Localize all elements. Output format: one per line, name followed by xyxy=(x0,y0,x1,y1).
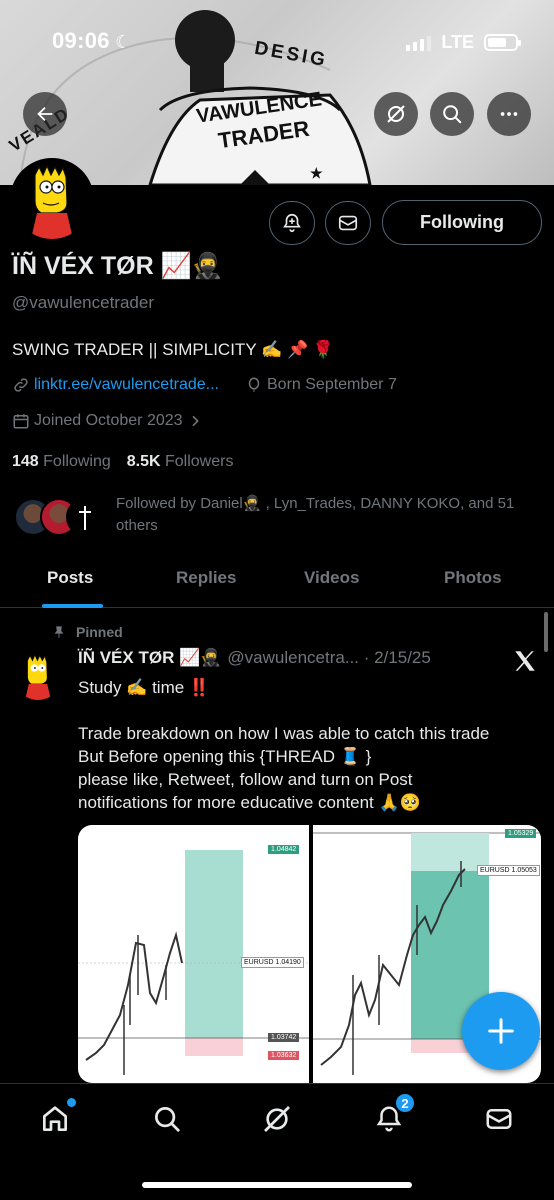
chart1-low1-label: 1.03742 xyxy=(268,1033,300,1042)
post-text: Study ✍️ time ‼️ Trade breakdown on how … xyxy=(78,676,548,814)
following-button-label: Following xyxy=(420,212,504,232)
chart-drawing-1 xyxy=(78,850,309,1075)
status-indicators: LTE xyxy=(406,32,521,53)
chevron-right-icon xyxy=(191,415,199,427)
grok-button[interactable] xyxy=(374,92,418,136)
profile-tabs: Posts Replies Videos Photos xyxy=(0,556,554,608)
chart1-mid-label: EURUSD 1.04190 xyxy=(241,957,304,968)
profile-handle: @vawulencetrader xyxy=(12,293,154,312)
nav-grok[interactable] xyxy=(260,1102,294,1136)
tab-posts[interactable]: Posts xyxy=(47,568,93,588)
chart2-top-label: 1.05329 xyxy=(505,829,537,838)
nav-messages[interactable] xyxy=(482,1102,516,1136)
avatar-image xyxy=(13,161,91,239)
network-label: LTE xyxy=(441,32,474,52)
chart1-low2-label: 1.03632 xyxy=(268,1051,300,1060)
profile-avatar[interactable] xyxy=(10,158,94,242)
profile-born: Born September 7 xyxy=(267,376,397,393)
back-button[interactable] xyxy=(23,92,67,136)
post-handle-date[interactable]: @vawulencetra... · 2/15/25 xyxy=(227,648,430,668)
chart1-top-label: 1.04842 xyxy=(268,845,300,854)
following-stat[interactable]: 148 Following xyxy=(12,453,111,471)
post-header: ÏÑ VÉX TØR 📈🥷 @vawulencetra... · 2/15/25 xyxy=(78,648,431,668)
followers-stat[interactable]: 8.5K Followers xyxy=(127,453,234,471)
post-line: Trade breakdown on how I was able to cat… xyxy=(78,724,490,743)
calendar-icon xyxy=(13,414,29,429)
post-line: notifications for more educative content… xyxy=(78,793,421,812)
profile-name: ÏÑ VÉX TØR 📈🥷 xyxy=(12,252,223,280)
more-icon xyxy=(500,112,518,116)
nav-notifications[interactable]: 2 xyxy=(372,1092,416,1136)
post-line: please like, Retweet, follow and turn on… xyxy=(78,770,413,789)
home-indicator xyxy=(142,1182,412,1188)
grok-icon xyxy=(264,1106,290,1132)
profile-stats: 148 Following 8.5K Followers xyxy=(12,453,233,471)
home-unread-dot xyxy=(67,1098,76,1107)
avatar-image xyxy=(14,652,62,700)
post-line: Study ✍️ time ‼️ xyxy=(78,678,211,697)
more-button[interactable] xyxy=(487,92,531,136)
pinned-label: Pinned xyxy=(76,624,123,640)
chart2-mid-label: EURUSD 1.05053 xyxy=(477,865,540,876)
link-icon xyxy=(14,378,28,392)
post-author-avatar[interactable] xyxy=(14,652,62,700)
compose-post-button[interactable] xyxy=(462,992,540,1070)
plus-icon xyxy=(488,1018,514,1044)
profile-meta-row-1: linktr.ee/vawulencetrade... Born Septemb… xyxy=(12,376,397,394)
back-arrow-icon xyxy=(37,106,53,122)
home-icon xyxy=(43,1106,67,1131)
search-icon xyxy=(155,1107,180,1132)
following-button[interactable]: Following xyxy=(382,200,542,245)
tab-videos[interactable]: Videos xyxy=(304,568,359,588)
battery-icon xyxy=(484,34,521,51)
svg-text:★: ★ xyxy=(310,165,323,181)
followed-by-text[interactable]: Followed by Daniel🥷 , Lyn_Trades, DANNY … xyxy=(116,493,536,537)
notification-add-icon xyxy=(283,213,301,233)
search-button[interactable] xyxy=(430,92,474,136)
notifications-toggle-button[interactable] xyxy=(269,201,315,245)
follower-avatar xyxy=(66,498,104,536)
pinned-indicator: Pinned xyxy=(52,624,123,640)
profile-meta-row-2[interactable]: Joined October 2023 xyxy=(12,412,203,430)
status-time: 09:06 ☾ xyxy=(52,28,132,53)
chart-image-1[interactable]: 1.04842 EURUSD 1.04190 1.03742 1.03632 xyxy=(78,825,309,1083)
search-icon xyxy=(443,105,462,124)
x-logo-icon xyxy=(512,648,538,679)
tab-photos[interactable]: Photos xyxy=(444,568,502,588)
post-author-name[interactable]: ÏÑ VÉX TØR 📈🥷 xyxy=(78,648,221,668)
nav-home[interactable] xyxy=(38,1098,76,1136)
profile-joined: Joined October 2023 xyxy=(34,412,183,429)
mail-icon xyxy=(486,1109,512,1129)
profile-bio: SWING TRADER || SIMPLICITY ✍️ 📌 🌹 xyxy=(12,340,335,359)
grok-icon xyxy=(387,105,405,123)
scrollbar[interactable] xyxy=(544,612,548,652)
message-button[interactable] xyxy=(325,201,371,245)
post-line xyxy=(78,699,548,722)
profile-link[interactable]: linktr.ee/vawulencetrade... xyxy=(34,376,219,394)
notifications-badge: 2 xyxy=(394,1092,416,1114)
message-icon xyxy=(338,215,358,231)
active-tab-indicator xyxy=(42,604,103,608)
post-line: But Before opening this {THREAD 🧵 } xyxy=(78,747,372,766)
tab-replies[interactable]: Replies xyxy=(176,568,236,588)
nav-search[interactable] xyxy=(150,1102,184,1136)
signal-icon xyxy=(406,35,432,51)
status-bar: 09:06 ☾ LTE xyxy=(0,26,554,60)
followed-by-avatars[interactable] xyxy=(14,498,104,538)
balloon-icon xyxy=(248,377,260,392)
pin-icon xyxy=(54,626,64,638)
